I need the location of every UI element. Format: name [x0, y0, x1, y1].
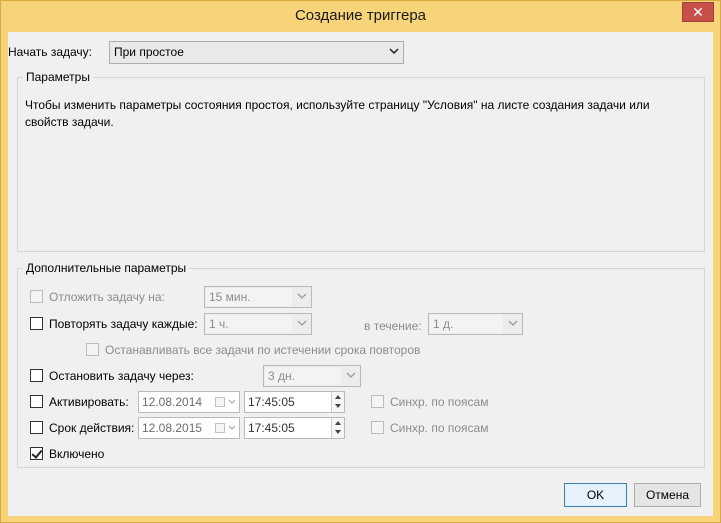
chevron-down-icon	[228, 399, 236, 404]
enabled-checkbox[interactable]	[30, 447, 43, 460]
stop-after-label: Остановить задачу через:	[49, 369, 194, 383]
activate-checkbox[interactable]	[30, 395, 43, 408]
activate-sync-checkbox[interactable]	[371, 395, 384, 408]
delay-checkbox[interactable]	[30, 290, 43, 303]
dialog-content: Начать задачу: При простое Параметры Что…	[8, 32, 713, 516]
expire-date-value: 12.08.2015	[142, 421, 203, 435]
begin-task-label: Начать задачу:	[8, 45, 92, 59]
advanced-group-title: Дополнительные параметры	[23, 261, 190, 275]
parameters-text-line2: свойств задачи.	[25, 115, 114, 129]
close-button[interactable]: ✕	[682, 2, 714, 22]
chevron-down-icon	[389, 48, 399, 55]
delay-value: 15 мин.	[209, 290, 251, 304]
expire-time-value: 17:45:05	[248, 421, 295, 435]
repeat-interval-value: 1 ч.	[209, 317, 229, 331]
chevron-down-icon	[346, 372, 356, 378]
activate-time-value: 17:45:05	[248, 395, 295, 409]
expire-date-picker[interactable]: 12.08.2015	[138, 417, 240, 439]
trigger-dialog: Создание триггера ✕ Начать задачу: При п…	[0, 0, 721, 523]
calendar-icon	[215, 397, 225, 407]
repeat-checkbox[interactable]	[30, 317, 43, 330]
chevron-down-icon	[508, 320, 518, 326]
activate-date-picker[interactable]: 12.08.2014	[138, 391, 240, 413]
dialog-title: Создание триггера	[294, 7, 427, 24]
begin-task-value: При простое	[114, 45, 184, 59]
chevron-down-icon	[228, 425, 236, 430]
duration-label: в течение:	[364, 319, 422, 333]
chevron-down-icon	[297, 320, 307, 326]
stop-after-select[interactable]: 3 дн.	[263, 365, 361, 387]
parameters-group-title: Параметры	[23, 70, 93, 84]
stop-all-tasks-checkbox[interactable]	[86, 343, 99, 356]
activate-sync-label: Синхр. по поясам	[390, 395, 489, 409]
expire-sync-label: Синхр. по поясам	[390, 421, 489, 435]
duration-value: 1 д.	[433, 317, 454, 331]
spin-down-icon[interactable]	[334, 428, 342, 436]
chevron-down-icon	[297, 293, 307, 299]
expire-label: Срок действия:	[49, 421, 135, 435]
cancel-button[interactable]: Отмена	[634, 483, 701, 507]
close-icon: ✕	[692, 4, 704, 20]
spin-up-icon[interactable]	[334, 419, 342, 427]
activate-date-value: 12.08.2014	[142, 395, 203, 409]
calendar-icon	[215, 423, 225, 433]
begin-task-select[interactable]: При простое	[109, 41, 404, 64]
expire-sync-checkbox[interactable]	[371, 421, 384, 434]
repeat-label: Повторять задачу каждые:	[49, 317, 198, 331]
delay-select[interactable]: 15 мин.	[204, 286, 312, 308]
expire-time-field[interactable]: 17:45:05	[244, 417, 345, 439]
parameters-text-line1: Чтобы изменить параметры состояния прост…	[25, 98, 650, 112]
enabled-label: Включено	[49, 447, 105, 461]
stop-after-checkbox[interactable]	[30, 369, 43, 382]
expire-checkbox[interactable]	[30, 421, 43, 434]
expire-time-spinner[interactable]	[331, 418, 344, 438]
stop-after-value: 3 дн.	[268, 369, 295, 383]
duration-select[interactable]: 1 д.	[428, 313, 523, 335]
activate-label: Активировать:	[49, 395, 129, 409]
spin-down-icon[interactable]	[334, 402, 342, 410]
spin-up-icon[interactable]	[334, 393, 342, 401]
title-bar[interactable]: Создание триггера ✕	[1, 1, 720, 32]
activate-time-field[interactable]: 17:45:05	[244, 391, 345, 413]
repeat-interval-select[interactable]: 1 ч.	[204, 313, 312, 335]
stop-all-tasks-label: Останавливать все задачи по истечении ср…	[105, 343, 421, 357]
delay-label: Отложить задачу на:	[49, 290, 165, 304]
ok-button[interactable]: OK	[564, 483, 627, 507]
activate-time-spinner[interactable]	[331, 392, 344, 412]
